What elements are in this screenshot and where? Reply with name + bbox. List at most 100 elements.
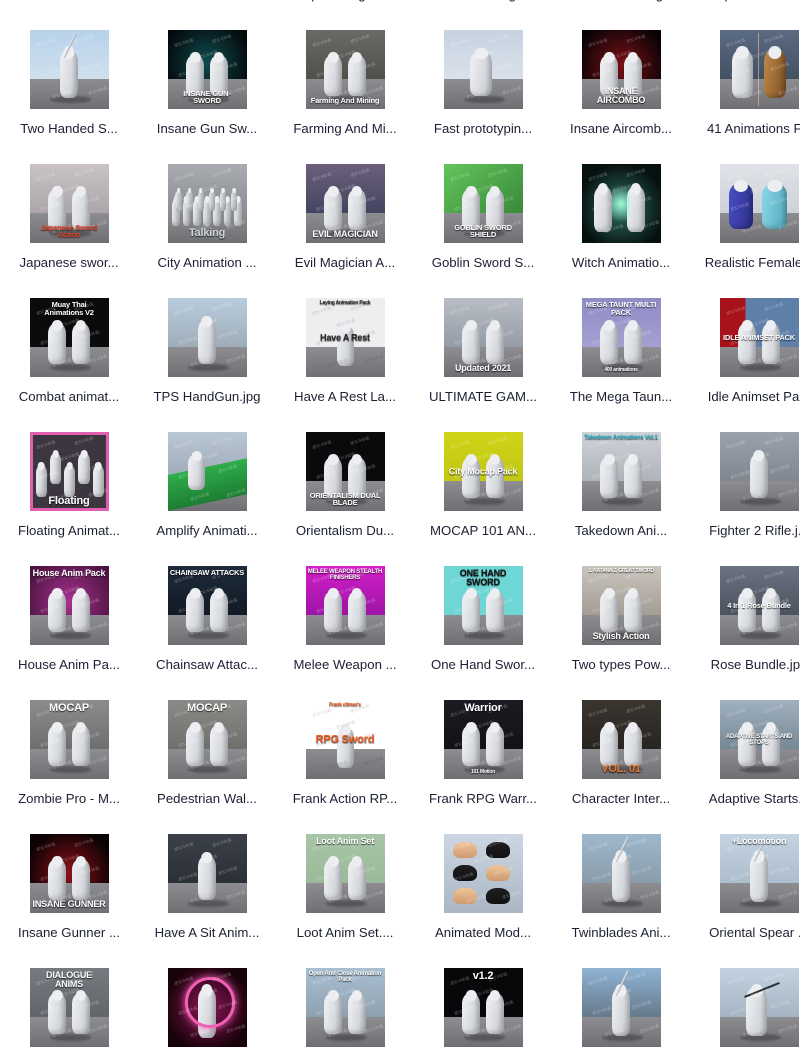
file-name-label[interactable]: Goblin Sword S... — [415, 255, 551, 270]
file-name-label[interactable]: Takedown Ani... — [553, 523, 689, 538]
file-item[interactable]: 虚幻4动画虚幻4动画虚幻4动画虚幻4动画虚幻4动画虚幻4动画虚幻4动画Femal… — [138, 0, 276, 25]
file-item[interactable]: 虚幻4动画 虚幻4动画 虚幻4动画 虚幻4动画 虚幻4动画 虚幻4动画 虚幻4动画 MOCAP… — [0, 695, 138, 829]
file-name-label[interactable]: Rapier Anim Se... — [691, 0, 800, 2]
file-item[interactable]: 虚幻4动画 虚幻4动画 虚幻4动画 虚幻4动画 虚幻4动画 虚幻4动画 虚幻4动画 Japan… — [0, 159, 138, 293]
file-name-label[interactable]: Rose Bundle.jpg — [691, 657, 800, 672]
file-item[interactable]: 虚幻4动画 虚幻4动画 虚幻4动画 虚幻4动画 虚幻4动画 虚幻4动画 虚幻4动画 Ampli… — [138, 427, 276, 561]
file-name-label[interactable]: Insane Gunner ... — [1, 925, 137, 940]
file-item[interactable]: 虚幻4动画 虚幻4动画 虚幻4动画 虚幻4动画 虚幻4动画 虚幻4动画 虚幻4动画 Updat… — [414, 293, 552, 427]
file-item[interactable]: 虚幻4动画虚幻4动画虚幻4动画虚幻4动画虚幻4动画虚幻4动画虚幻4动画Layin… — [276, 293, 414, 427]
file-name-label[interactable]: Chainsaw Attac... — [139, 657, 275, 672]
file-item[interactable]: 虚幻4动画 虚幻4动画 虚幻4动画 虚幻4动画 虚幻4动画 虚幻4动画 虚幻4动画 Witch… — [552, 159, 690, 293]
file-thumbnail[interactable]: 虚幻4动画 虚幻4动画 虚幻4动画 虚幻4动画 虚幻4动画 虚幻4动画 虚幻4动画 v1.2 — [443, 968, 523, 1047]
file-item[interactable]: 虚幻4动画 虚幻4动画 虚幻4动画 虚幻4动画 虚幻4动画 虚幻4动画 虚幻4动画 41 An… — [690, 25, 800, 159]
file-name-label[interactable]: Character Inter... — [553, 791, 689, 806]
file-thumbnail[interactable]: 虚幻4动画 虚幻4动画 虚幻4动画 虚幻4动画 虚幻4动画 虚幻4动画 虚幻4动画 — [719, 164, 799, 243]
file-thumbnail[interactable]: 虚幻4动画 虚幻4动画 虚幻4动画 虚幻4动画 虚幻4动画 虚幻4动画 虚幻4动画 CHAIN… — [167, 566, 247, 645]
file-thumbnail[interactable]: 虚幻4动画虚幻4动画虚幻4动画虚幻4动画虚幻4动画虚幻4动画虚幻4动画Layin… — [305, 298, 385, 377]
file-item[interactable]: 虚幻4动画虚幻4动画虚幻4动画虚幻4动画虚幻4动画虚幻4动画虚幻4动画Platf… — [0, 0, 138, 25]
file-thumbnail[interactable]: 虚幻4动画 虚幻4动画 虚幻4动画 虚幻4动画 虚幻4动画 虚幻4动画 虚幻4动画 INSAN… — [581, 30, 661, 109]
file-item[interactable]: 虚幻4动画 虚幻4动画 虚幻4动画 虚幻4动画 虚幻4动画 虚幻4动画 虚幻4动画 VOL. … — [552, 695, 690, 829]
file-name-label[interactable]: TPS HandGun.jpg — [139, 389, 275, 404]
file-thumbnail[interactable]: 虚幻4动画 虚幻4动画 虚幻4动画 虚幻4动画 虚幻4动画 虚幻4动画 虚幻4动画 DIALO… — [29, 968, 109, 1047]
file-thumbnail[interactable]: 虚幻4动画 虚幻4动画 虚幻4动画 虚幻4动画 虚幻4动画 虚幻4动画 虚幻4动画 101 M… — [443, 700, 523, 779]
file-item[interactable]: 虚幻4动画 虚幻4动画 虚幻4动画 虚幻4动画 虚幻4动画 虚幻4动画 虚幻4动画 +Loco… — [690, 829, 800, 963]
file-thumbnail[interactable]: 虚幻4动画 虚幻4动画 虚幻4动画 虚幻4动画 虚幻4动画 虚幻4动画 虚幻4动画 Loot … — [305, 834, 385, 913]
file-name-label[interactable]: City Animation ... — [139, 255, 275, 270]
file-thumbnail[interactable]: 虚幻4动画 虚幻4动画 虚幻4动画 虚幻4动画 虚幻4动画 虚幻4动画 虚幻4动画 4 In … — [719, 566, 799, 645]
file-name-label[interactable]: Female Interact... — [139, 0, 275, 2]
file-item[interactable]: 虚幻4动画 虚幻4动画 虚幻4动画 虚幻4动画 虚幻4动画 虚幻4动画 虚幻4动画 TPS H… — [138, 293, 276, 427]
file-name-label[interactable]: Insane Gun Sw... — [139, 121, 275, 136]
file-name-label[interactable]: Fast prototypin... — [415, 121, 551, 136]
file-thumbnail[interactable]: 虚幻4动画 虚幻4动画 虚幻4动画 虚幻4动画 虚幻4动画 虚幻4动画 虚幻4动画 Open … — [305, 968, 385, 1047]
file-name-label[interactable]: Japanese swor... — [1, 255, 137, 270]
file-name-label[interactable]: Two types Pow... — [553, 657, 689, 672]
file-name-label[interactable]: Insane Aircomb... — [553, 121, 689, 136]
file-name-label[interactable]: One Hand Swor... — [415, 657, 551, 672]
file-item[interactable]: 虚幻4动画 虚幻4动画 虚幻4动画 虚幻4动画 虚幻4动画 虚幻4动画 虚幻4动画 Fight… — [690, 427, 800, 561]
file-thumbnail[interactable]: 虚幻4动画 虚幻4动画 虚幻4动画 虚幻4动画 虚幻4动画 虚幻4动画 虚幻4动画 MELEE… — [305, 566, 385, 645]
file-name-label[interactable]: Have A Sit Anim... — [139, 925, 275, 940]
file-thumbnail[interactable]: 虚幻4动画 虚幻4动画 虚幻4动画 虚幻4动画 虚幻4动画 虚幻4动画 虚幻4动画 — [719, 968, 799, 1047]
file-thumbnail[interactable]: 虚幻4动画 虚幻4动画 虚幻4动画 虚幻4动画 虚幻4动画 虚幻4动画 虚幻4动画 GOBLI… — [443, 164, 523, 243]
file-item[interactable]: 虚幻4动画 虚幻4动画 虚幻4动画 虚幻4动画 虚幻4动画 虚幻4动画 虚幻4动画 Twinb… — [552, 829, 690, 963]
file-item[interactable]: 虚幻4动画 虚幻4动画 虚幻4动画 虚幻4动画 虚幻4动画 虚幻4动画 虚幻4动画 INSAN… — [552, 25, 690, 159]
file-name-label[interactable]: Amplify Animati... — [139, 523, 275, 538]
file-thumbnail[interactable]: 虚幻4动画 虚幻4动画 虚幻4动画 虚幻4动画 虚幻4动画 虚幻4动画 虚幻4动画 IDLE … — [719, 298, 799, 377]
file-thumbnail[interactable]: 虚幻4动画 虚幻4动画 虚幻4动画 虚幻4动画 虚幻4动画 虚幻4动画 虚幻4动画 — [29, 30, 109, 109]
file-thumbnail[interactable]: 虚幻4动画 虚幻4动画 虚幻4动画 虚幻4动画 虚幻4动画 虚幻4动画 虚幻4动画 INSAN… — [167, 30, 247, 109]
file-item[interactable]: 虚幻4动画 虚幻4动画 虚幻4动画 虚幻4动画 虚幻4动画 虚幻4动画 虚幻4动画 INSAN… — [0, 829, 138, 963]
file-thumbnail[interactable]: 虚幻4动画 虚幻4动画 虚幻4动画 虚幻4动画 虚幻4动画 虚幻4动画 虚幻4动画 EVIL … — [305, 164, 385, 243]
file-name-label[interactable]: Pedestrian Wal... — [139, 791, 275, 806]
file-item[interactable]: 虚幻4动画 虚幻4动画 虚幻4动画 虚幻4动画 虚幻4动画 虚幻4动画 虚幻4动画 CHAIN… — [138, 561, 276, 695]
file-item[interactable]: 虚幻4动画虚幻4动画虚幻4动画虚幻4动画虚幻4动画虚幻4动画虚幻4动画Frank… — [414, 0, 552, 25]
file-name-label[interactable]: Evil Magician A... — [277, 255, 413, 270]
file-thumbnail[interactable]: 虚幻4动画 虚幻4动画 虚幻4动画 虚幻4动画 虚幻4动画 虚幻4动画 虚幻4动画 — [581, 834, 661, 913]
file-thumbnail[interactable]: 虚幻4动画 虚幻4动画 虚幻4动画 虚幻4动画 虚幻4动画 虚幻4动画 虚幻4动画 Talki… — [167, 164, 247, 243]
file-thumbnail[interactable]: 虚幻4动画 虚幻4动画 虚幻4动画 虚幻4动画 虚幻4动画 虚幻4动画 虚幻4动画 — [167, 968, 247, 1047]
file-name-label[interactable]: Twinblades Ani... — [553, 925, 689, 940]
file-thumbnail[interactable]: 虚幻4动画 虚幻4动画 虚幻4动画 虚幻4动画 虚幻4动画 虚幻4动画 虚幻4动画 Japan… — [29, 164, 109, 243]
file-name-label[interactable]: Two Handed S... — [1, 121, 137, 136]
file-name-label[interactable]: Farming And Mi... — [277, 121, 413, 136]
file-item[interactable]: 虚幻4动画 虚幻4动画 虚幻4动画 虚幻4动画 虚幻4动画 虚幻4动画 虚幻4动画 House… — [0, 561, 138, 695]
file-thumbnail[interactable]: 虚幻4动画 虚幻4动画 虚幻4动画 虚幻4动画 虚幻4动画 虚幻4动画 虚幻4动画 — [443, 30, 523, 109]
file-name-label[interactable]: Frank Action RP... — [277, 791, 413, 806]
file-item[interactable]: 虚幻4动画 虚幻4动画 虚幻4动画 虚幻4动画 虚幻4动画 虚幻4动画 虚幻4动画 MOCAP… — [138, 695, 276, 829]
file-name-label[interactable]: Frank RPG Mag... — [553, 0, 689, 2]
file-item[interactable]: 虚幻4动画 虚幻4动画 虚幻4动画 虚幻4动画 虚幻4动画 虚幻4动画 虚幻4动画 Talki… — [138, 159, 276, 293]
file-item[interactable]: 虚幻4动画 虚幻4动画 虚幻4动画 虚幻4动画 虚幻4动画 虚幻4动画 虚幻4动画 Muay … — [0, 293, 138, 427]
file-name-label[interactable]: Rope Swing Cli... — [277, 0, 413, 2]
file-item[interactable]: 虚幻4动画虚幻4动画虚幻4动画虚幻4动画虚幻4动画虚幻4动画虚幻4动画Frank… — [276, 695, 414, 829]
file-item[interactable]: 虚幻4动画虚幻4动画虚幻4动画虚幻4动画虚幻4动画虚幻4动画虚幻4动画Rope … — [276, 0, 414, 25]
file-name-label[interactable]: Loot Anim Set.... — [277, 925, 413, 940]
file-name-label[interactable]: Melee Weapon ... — [277, 657, 413, 672]
file-thumbnail[interactable]: 虚幻4动画 虚幻4动画 虚幻4动画 虚幻4动画 虚幻4动画 虚幻4动画 虚幻4动画 Updat… — [443, 298, 523, 377]
file-name-label[interactable]: Floating Animat... — [1, 523, 137, 538]
file-item[interactable]: 虚幻4动画 虚幻4动画 虚幻4动画 虚幻4动画 虚幻4动画 虚幻4动画 虚幻4动画 Fast … — [414, 25, 552, 159]
file-thumbnail[interactable]: 虚幻4动画 虚幻4动画 虚幻4动画 虚幻4动画 虚幻4动画 虚幻4动画 虚幻4动画 ADAPT… — [719, 700, 799, 779]
file-name-label[interactable]: Have A Rest La... — [277, 389, 413, 404]
file-thumbnail[interactable]: 虚幻4动画 虚幻4动画 虚幻4动画 虚幻4动画 虚幻4动画 虚幻4动画 虚幻4动画 MOCAP — [29, 700, 109, 779]
file-thumbnail[interactable]: 虚幻4动画 虚幻4动画 虚幻4动画 虚幻4动画 虚幻4动画 虚幻4动画 虚幻4动画 Float… — [29, 432, 109, 511]
file-name-label[interactable]: 41 Animations F... — [691, 121, 800, 136]
file-thumbnail[interactable]: 虚幻4动画 虚幻4动画 虚幻4动画 虚幻4动画 虚幻4动画 虚幻4动画 虚幻4动画 1. KA… — [581, 566, 661, 645]
file-item[interactable]: 虚幻4动画虚幻4动画虚幻4动画虚幻4动画虚幻4动画虚幻4动画虚幻4动画RAPIE… — [690, 0, 800, 25]
file-item[interactable]: 虚幻4动画 虚幻4动画 虚幻4动画 虚幻4动画 虚幻4动画 虚幻4动画 虚幻4动画 ADAPT… — [690, 695, 800, 829]
file-name-label[interactable]: Adaptive Starts... — [691, 791, 800, 806]
file-name-label[interactable]: House Anim Pa... — [1, 657, 137, 672]
file-thumbnail[interactable]: 虚幻4动画 虚幻4动画 虚幻4动画 虚幻4动画 虚幻4动画 虚幻4动画 虚幻4动画 400 a… — [581, 298, 661, 377]
file-item[interactable]: 虚幻4动画 虚幻4动画 虚幻4动画 虚幻4动画 虚幻4动画 虚幻4动画 虚幻4动画 Two H… — [0, 25, 138, 159]
file-item[interactable]: 虚幻4动画 虚幻4动画 虚幻4动画 虚幻4动画 虚幻4动画 虚幻4动画 虚幻4动画 DIALO… — [0, 963, 138, 1053]
file-name-label[interactable]: Witch Animatio... — [553, 255, 689, 270]
file-thumbnail[interactable]: 虚幻4动画 虚幻4动画 虚幻4动画 虚幻4动画 虚幻4动画 虚幻4动画 虚幻4动画 House… — [29, 566, 109, 645]
file-thumbnail-grid[interactable]: 虚幻4动画虚幻4动画虚幻4动画虚幻4动画虚幻4动画虚幻4动画虚幻4动画 Platf… — [0, 0, 800, 1053]
file-name-label[interactable]: Fighter 2 Rifle.j... — [691, 523, 800, 538]
file-item[interactable]: 虚幻4动画 虚幻4动画 虚幻4动画 虚幻4动画 虚幻4动画 虚幻4动画 虚幻4动画 Loot … — [276, 829, 414, 963]
file-item[interactable]: 虚幻4动画 虚幻4动画 虚幻4动画 虚幻4动画 虚幻4动画 虚幻4动画 虚幻4动画 Open … — [276, 963, 414, 1053]
file-item[interactable]: 虚幻4动画 虚幻4动画 虚幻4动画 虚幻4动画 虚幻4动画 虚幻4动画 虚幻4动画 GOBLI… — [414, 159, 552, 293]
file-item[interactable]: 虚幻4动画 虚幻4动画 虚幻4动画 虚幻4动画 虚幻4动画 虚幻4动画 虚幻4动画 City … — [414, 427, 552, 561]
file-item[interactable]: 虚幻4动画 虚幻4动画 虚幻4动画 虚幻4动画 虚幻4动画 虚幻4动画 虚幻4动画 INSAN… — [138, 25, 276, 159]
file-thumbnail[interactable]: 虚幻4动画 虚幻4动画 虚幻4动画 虚幻4动画 虚幻4动画 虚幻4动画 虚幻4动画 +Loco… — [719, 834, 799, 913]
